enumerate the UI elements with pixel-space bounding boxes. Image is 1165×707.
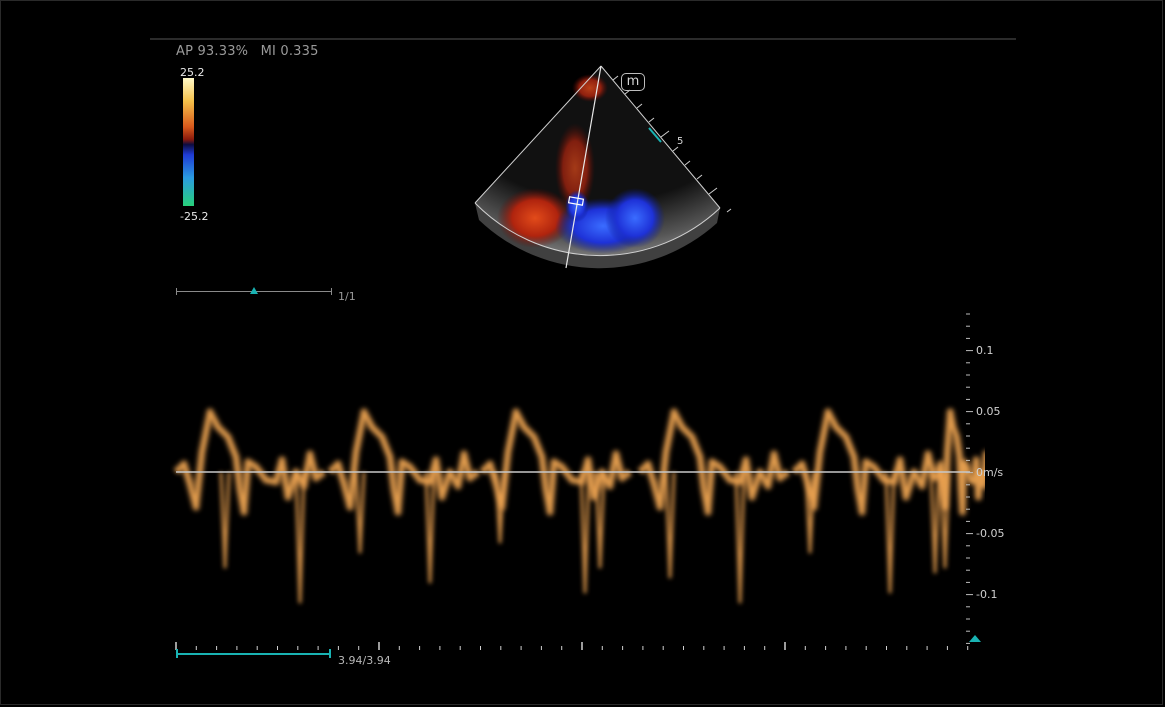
velocity-tick-0p1: 0.1	[976, 344, 994, 357]
velocity-tick-zero: 0m/s	[976, 466, 1004, 479]
m-mode-badge[interactable]: m	[621, 73, 645, 91]
mi-readout: MI 0.335	[260, 44, 319, 59]
color-scale-min: -25.2	[180, 210, 209, 223]
doppler-envelope	[424, 471, 436, 584]
color-scale-bar	[183, 78, 194, 206]
header-divider	[150, 38, 1016, 40]
time-axis	[175, 642, 969, 658]
velocity-tick-minus-0p1: -0.1	[976, 588, 998, 601]
doppler-envelope	[664, 471, 676, 579]
color-velocity-scale: 25.2 -25.2	[180, 66, 220, 226]
ap-readout: AP 93.33%	[176, 44, 249, 59]
frame-slider-handle[interactable]	[250, 287, 258, 294]
doppler-envelope	[354, 471, 366, 554]
acoustic-status: AP 93.33% MI 0.335	[176, 44, 327, 59]
doppler-envelope	[294, 471, 306, 604]
velocity-tick-minus-0p05: -0.05	[976, 527, 1005, 540]
velocity-tick-0p05: 0.05	[976, 405, 1001, 418]
time-counter: 3.94/3.94	[338, 654, 391, 667]
spectral-doppler-trace[interactable]	[170, 310, 985, 670]
doppler-envelope	[579, 471, 591, 594]
depth-marker: 5	[677, 136, 683, 147]
frame-slider[interactable]	[176, 287, 332, 300]
doppler-envelope	[734, 471, 746, 604]
doppler-envelope	[884, 471, 896, 594]
doppler-envelope	[929, 471, 941, 574]
color-doppler-sector[interactable]: 5	[465, 58, 745, 278]
doppler-envelope	[219, 471, 231, 569]
frame-counter: 1/1	[338, 290, 356, 303]
